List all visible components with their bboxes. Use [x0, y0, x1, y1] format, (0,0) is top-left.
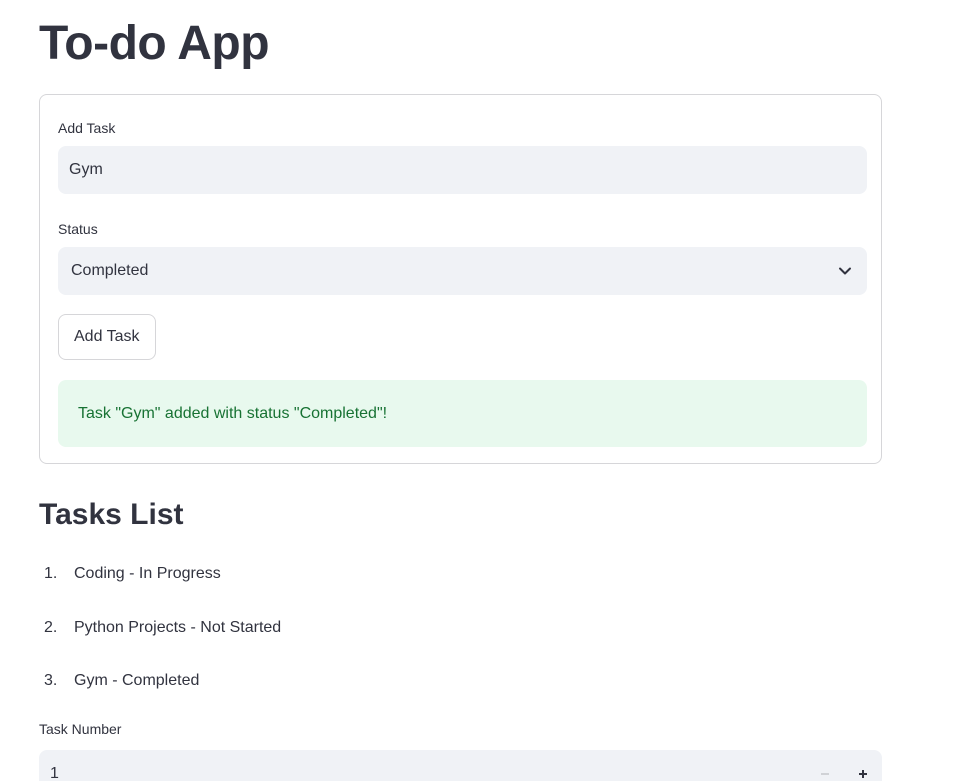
list-item: 3. Gym - Completed [39, 666, 281, 696]
task-number-label: Task Number [39, 721, 122, 737]
chevron-down-icon [836, 262, 854, 280]
success-alert: Task "Gym" added with status "Completed"… [58, 380, 867, 447]
list-item: 1. Coding - In Progress [39, 559, 281, 589]
todo-app-page: To-do App Add Task Status Completed Add … [0, 0, 958, 781]
status-selected-value: Completed [71, 262, 149, 279]
add-task-input[interactable] [58, 146, 867, 194]
add-task-form: Add Task Status Completed Add Task Task … [39, 94, 882, 464]
list-item-text: Python Projects - Not Started [74, 618, 282, 636]
status-label: Status [58, 221, 98, 237]
list-item-number: 2. [44, 618, 58, 636]
task-number-stepper [39, 750, 882, 781]
list-item-number: 3. [44, 672, 58, 689]
task-list: 1. Coding - In Progress 2. Python Projec… [39, 559, 281, 696]
add-task-button[interactable]: Add Task [58, 314, 156, 360]
tasks-list-title: Tasks List [39, 498, 184, 531]
plus-icon[interactable] [844, 750, 882, 781]
minus-icon[interactable] [806, 750, 844, 781]
task-number-input[interactable] [39, 750, 799, 781]
list-item-text: Gym - Completed [74, 672, 200, 689]
list-item-number: 1. [44, 565, 58, 582]
list-item-text: Coding - In Progress [74, 565, 221, 582]
list-item: 2. Python Projects - Not Started [39, 613, 281, 643]
add-task-label: Add Task [58, 120, 116, 136]
page-title: To-do App [39, 17, 270, 70]
status-select[interactable]: Completed [58, 247, 867, 295]
success-message: Task "Gym" added with status "Completed"… [78, 404, 388, 422]
